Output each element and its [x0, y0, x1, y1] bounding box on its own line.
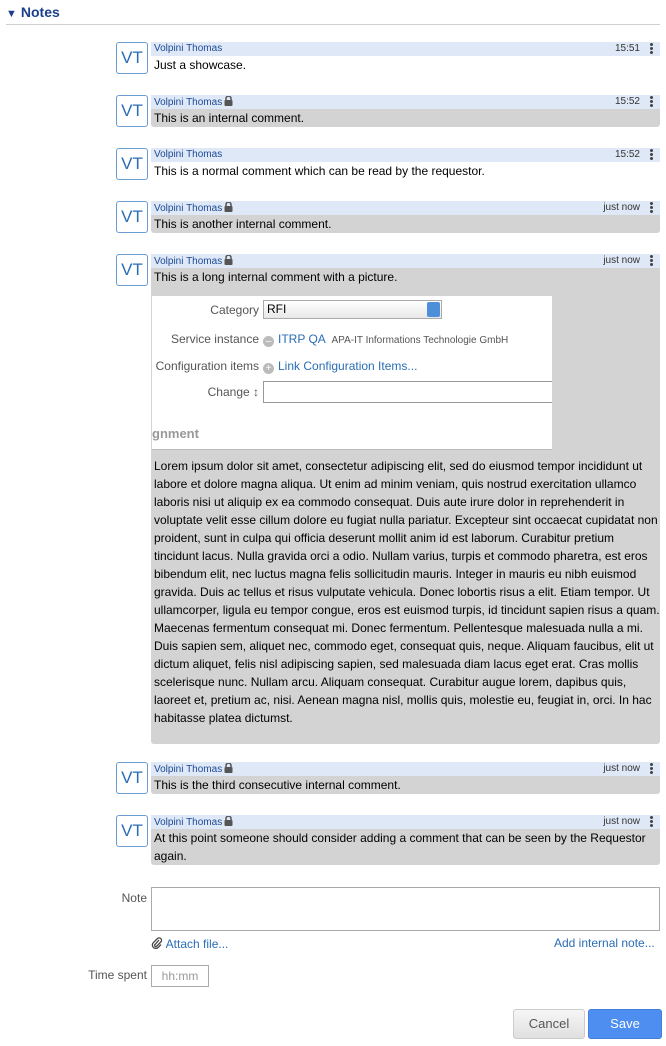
note-header: Volpini Thomas just now: [151, 762, 660, 776]
lock-icon: [224, 763, 233, 773]
note-text: This is a long internal comment with a p…: [154, 270, 398, 284]
note-text: This is an internal comment.: [151, 109, 660, 127]
collapse-triangle-icon[interactable]: ▼: [6, 8, 17, 20]
more-options-icon[interactable]: [650, 201, 654, 215]
note-header: Volpini Thomas just now: [151, 254, 660, 268]
avatar: VT: [116, 762, 148, 794]
note-header: Volpini Thomas 15:52: [151, 148, 660, 162]
pic-category-value: RFI: [267, 302, 287, 316]
note-long-text: Lorem ipsum dolor sit amet, consectetur …: [154, 459, 660, 725]
note-author[interactable]: Volpini Thomas: [154, 764, 222, 775]
note-text: Just a showcase.: [154, 58, 247, 72]
avatar: VT: [116, 95, 148, 127]
avatar: VT: [116, 148, 148, 180]
note-text: This is the third consecutive internal c…: [151, 776, 660, 794]
note-item: VT Volpini Thomas just now At this point…: [116, 815, 660, 869]
note-time: 15:51: [614, 43, 640, 54]
more-options-icon[interactable]: [650, 815, 654, 829]
attach-file-label[interactable]: Attach file...: [166, 937, 229, 951]
pic-ci-link: Link Configuration Items...: [278, 359, 418, 373]
more-options-icon[interactable]: [650, 148, 654, 162]
avatar: VT: [116, 42, 148, 74]
pic-service-org: APA-IT Informations Technologie GmbH: [331, 335, 509, 346]
note-textarea[interactable]: [151, 887, 660, 931]
lock-icon: [224, 816, 233, 826]
lock-icon: [224, 255, 233, 265]
more-options-icon[interactable]: [650, 95, 654, 109]
note-item: VT Volpini Thomas 15:51 Just a showcase.: [116, 42, 660, 78]
note-text: This is another internal comment.: [151, 215, 660, 233]
note-header: Volpini Thomas just now: [151, 815, 660, 829]
add-internal-note-link[interactable]: Add internal note...: [554, 936, 655, 950]
note-author[interactable]: Volpini Thomas: [154, 256, 222, 267]
save-button[interactable]: Save: [588, 1009, 662, 1039]
section-title: Notes: [20, 4, 60, 20]
note-header: Volpini Thomas 15:51: [151, 42, 660, 56]
pic-ci-label: Configuration items: [155, 359, 259, 373]
paperclip-icon: [151, 937, 163, 950]
note-time: just now: [603, 763, 640, 774]
pic-category-select: RFI: [263, 300, 442, 319]
time-spent-label: Time spent: [88, 968, 147, 982]
minus-circle-icon: –: [263, 336, 274, 347]
note-time: 15:52: [614, 96, 640, 107]
lock-icon: [224, 202, 233, 212]
note-author[interactable]: Volpini Thomas: [154, 817, 222, 828]
note-text: This is a normal comment which can be re…: [154, 164, 485, 178]
pic-service-row: – ITRP QA APA-IT Informations Technologie…: [263, 332, 508, 347]
pic-service-value: ITRP QA: [278, 332, 326, 346]
time-spent-input[interactable]: hh:mm: [151, 965, 209, 987]
note-item: VT Volpini Thomas just now This is the t…: [116, 762, 660, 798]
attach-file-link[interactable]: Attach file...: [151, 937, 228, 951]
lock-icon: [224, 96, 233, 106]
pic-section-fragment: gnment: [152, 426, 199, 441]
note-time: just now: [603, 202, 640, 213]
embedded-screenshot-image: Category RFI Service instance – ITRP QA A…: [152, 296, 552, 450]
note-item: VT Volpini Thomas 15:52 This is an inter…: [116, 95, 660, 131]
note-time: 15:52: [614, 149, 640, 160]
select-arrows-icon: [427, 302, 440, 317]
avatar: VT: [116, 815, 148, 847]
avatar: VT: [116, 201, 148, 233]
note-header: Volpini Thomas just now: [151, 201, 660, 215]
pic-change-label: Change ↕: [207, 385, 259, 399]
note-item: VT Volpini Thomas just now This is anoth…: [116, 201, 660, 237]
more-options-icon[interactable]: [650, 42, 654, 56]
more-options-icon[interactable]: [650, 762, 654, 776]
plus-circle-icon: +: [263, 363, 274, 374]
pic-change-field: [263, 381, 552, 403]
avatar: VT: [116, 254, 148, 286]
note-author[interactable]: Volpini Thomas: [154, 203, 222, 214]
note-author[interactable]: Volpini Thomas: [154, 149, 222, 160]
pic-service-label: Service instance: [170, 332, 259, 346]
note-author[interactable]: Volpini Thomas: [154, 43, 222, 54]
note-label: Note: [121, 891, 147, 905]
note-text: At this point someone should consider ad…: [151, 829, 660, 865]
note-header: Volpini Thomas 15:52: [151, 95, 660, 109]
note-time: just now: [603, 816, 640, 827]
pic-category-label: Category: [210, 303, 259, 317]
note-author[interactable]: Volpini Thomas: [154, 97, 222, 108]
cancel-button[interactable]: Cancel: [513, 1009, 585, 1039]
note-time: just now: [603, 255, 640, 266]
note-item: VT Volpini Thomas 15:52 This is a normal…: [116, 148, 660, 184]
notes-section-header[interactable]: ▼ Notes: [6, 4, 660, 25]
more-options-icon[interactable]: [650, 254, 654, 268]
pic-ci-row: + Link Configuration Items...: [263, 359, 417, 374]
